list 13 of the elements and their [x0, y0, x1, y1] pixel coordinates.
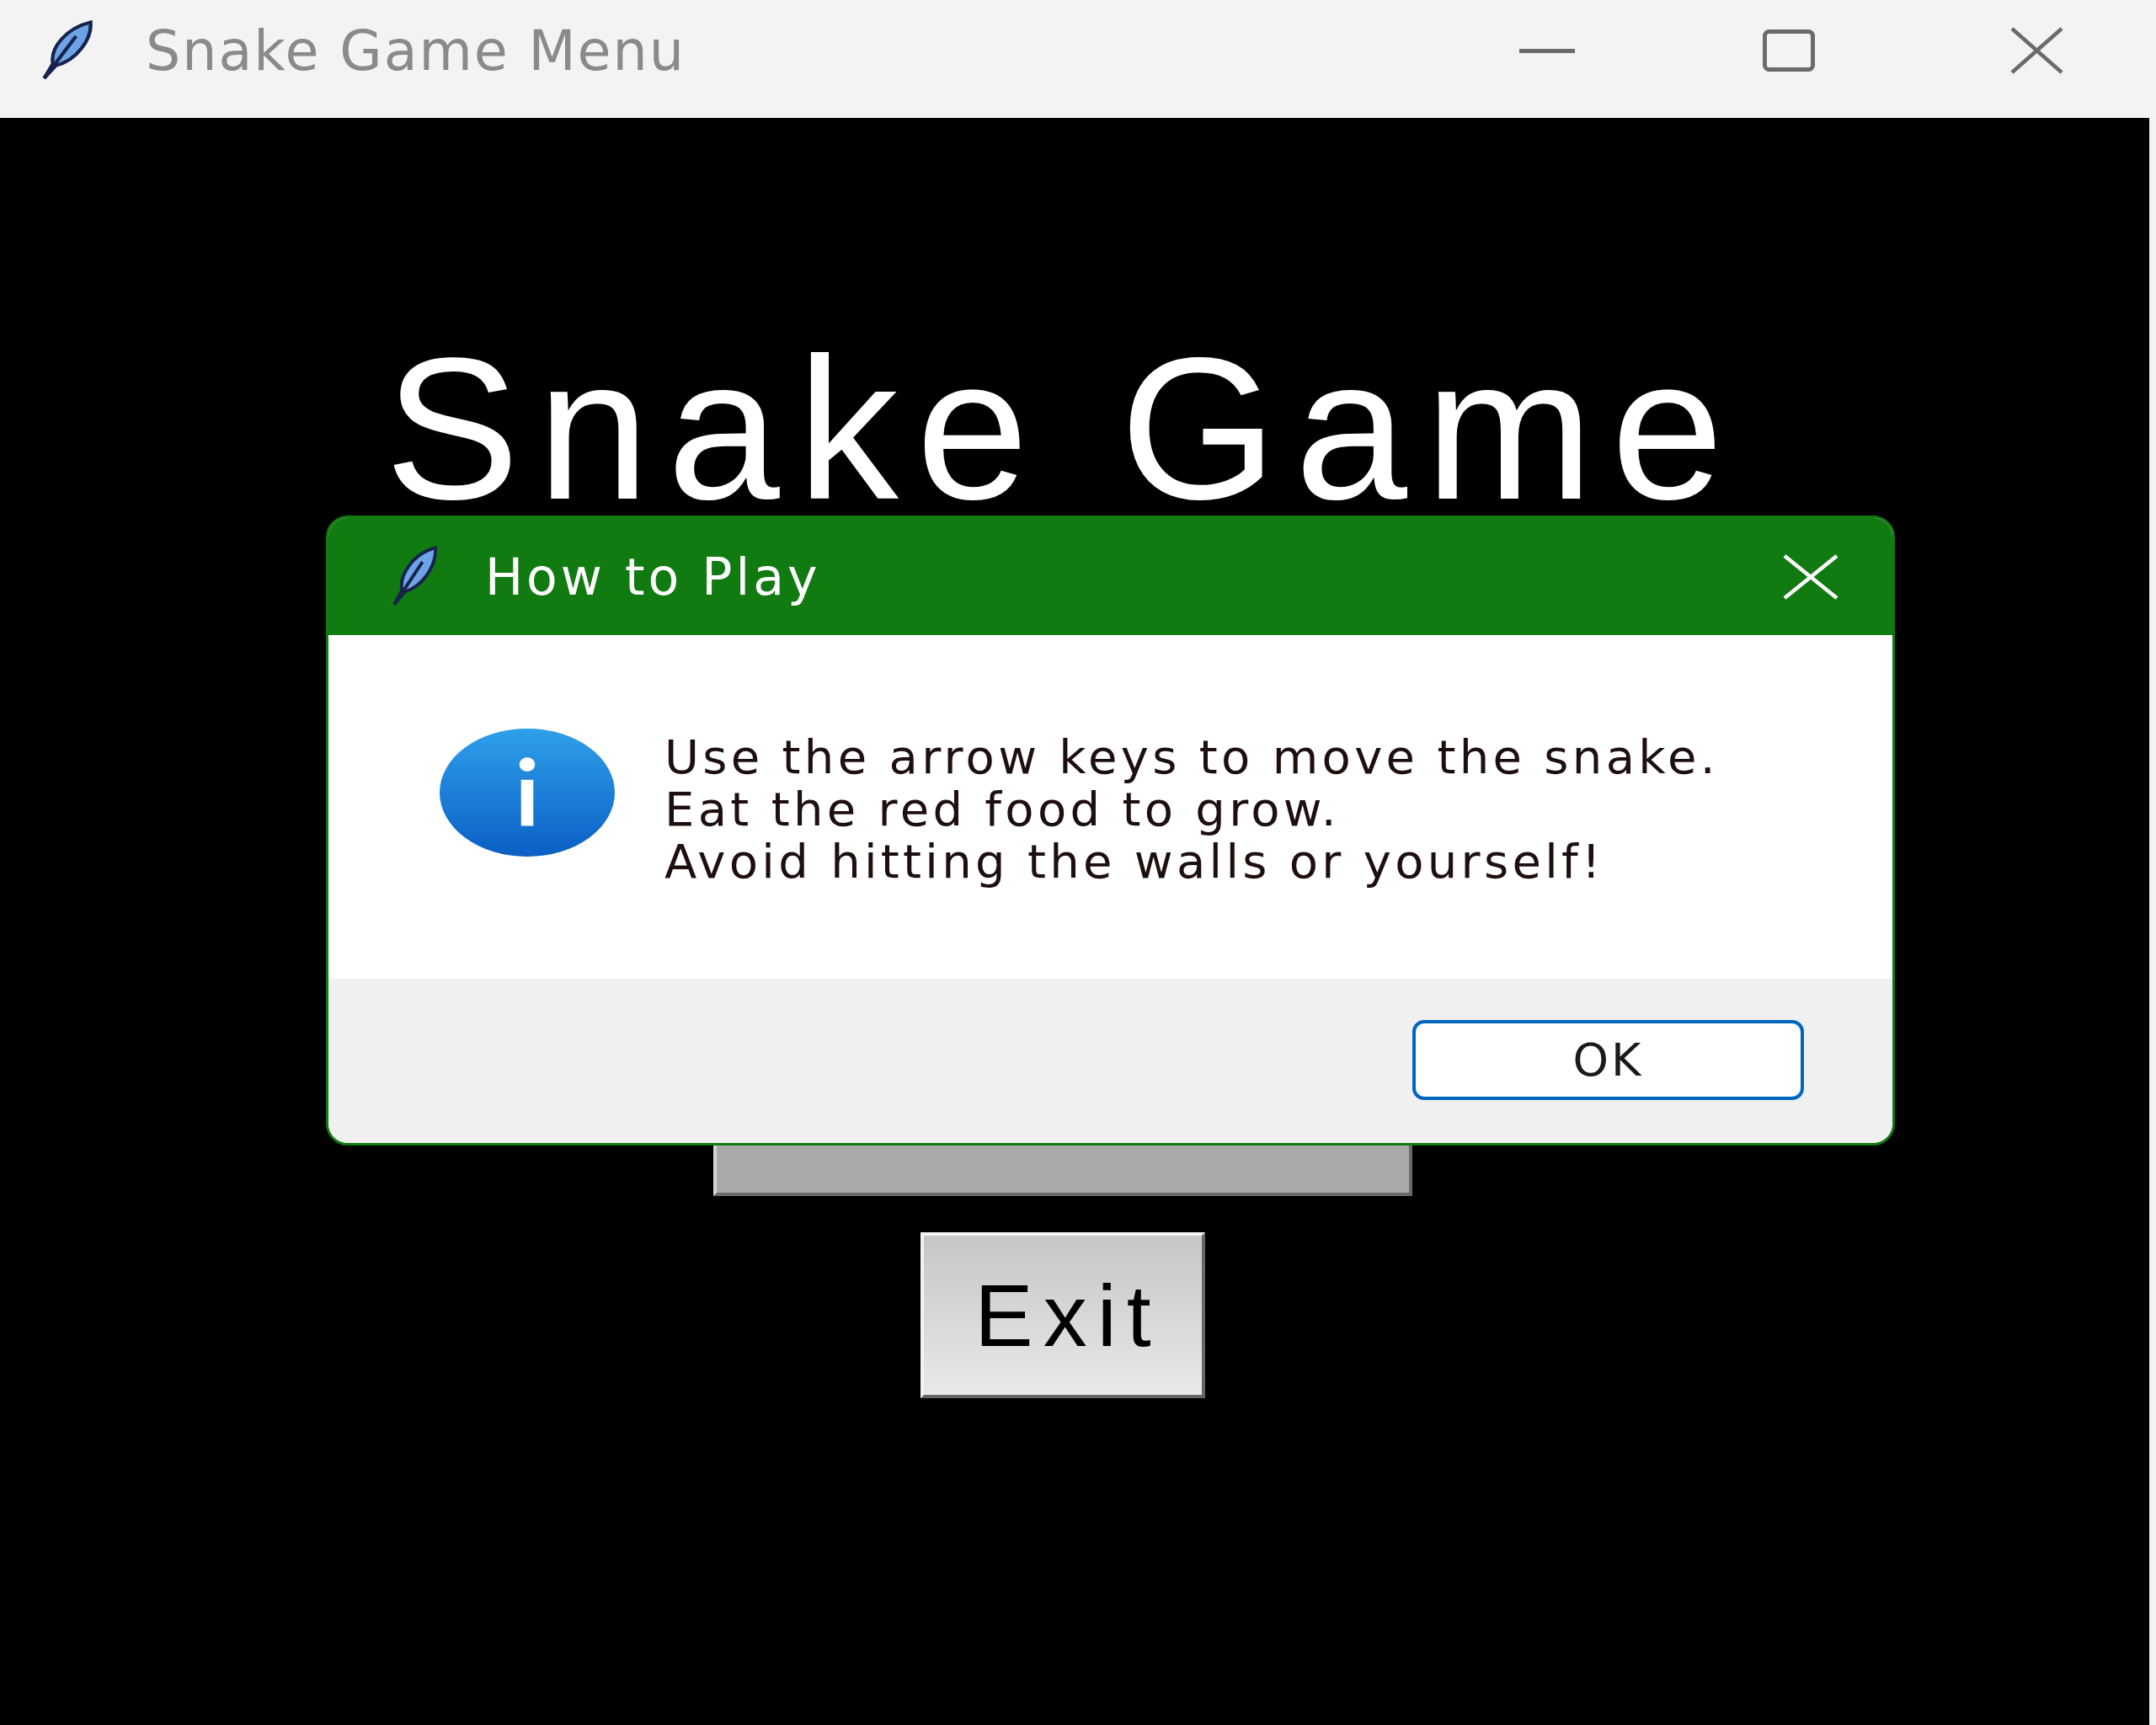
feather-icon	[392, 546, 438, 607]
maximize-icon[interactable]	[1763, 29, 1815, 72]
game-title: Snake Game	[384, 348, 1742, 510]
close-icon[interactable]	[2010, 27, 2063, 74]
message-text: Avoid hitting the walls or yourself!	[664, 836, 1605, 888]
message-text: Use the arrow keys to move the snake.	[664, 731, 1719, 783]
exit-button[interactable]: Exit	[921, 1232, 1205, 1398]
message-text: Eat the red food to grow.	[664, 783, 1341, 836]
window-title: Snake Game Menu	[146, 23, 686, 78]
minimize-icon[interactable]	[1519, 48, 1575, 53]
ok-button[interactable]: OK	[1412, 1020, 1804, 1100]
feather-icon	[41, 20, 93, 81]
info-icon	[440, 729, 615, 857]
